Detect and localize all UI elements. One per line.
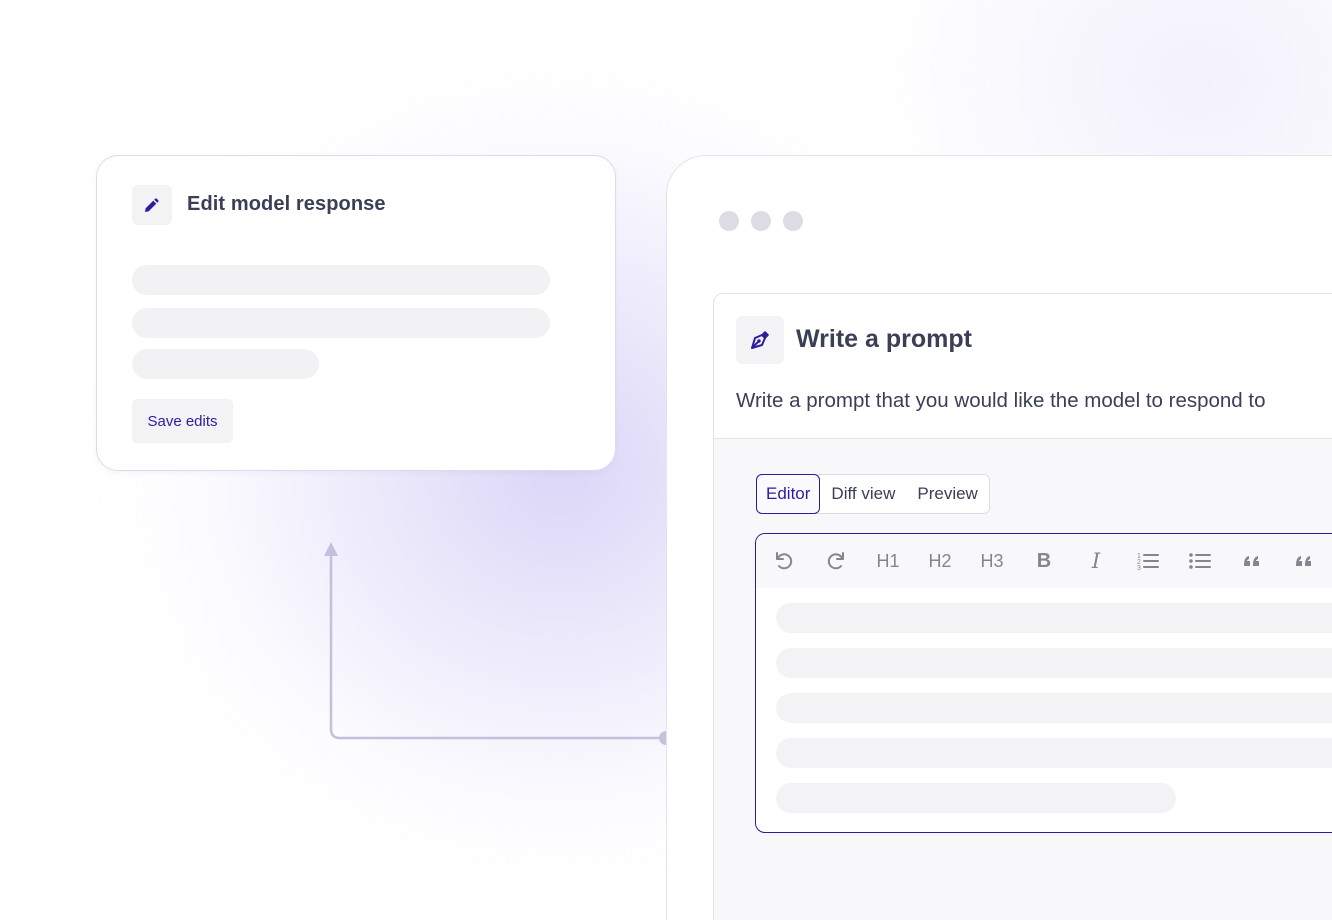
quote-icon[interactable] (1290, 547, 1318, 575)
skeleton-line (776, 648, 1332, 678)
bold-button[interactable]: B (1030, 547, 1058, 575)
skeleton-line (776, 783, 1176, 813)
pen-nib-icon-box (736, 316, 784, 364)
italic-button[interactable]: I (1082, 547, 1110, 575)
skeleton-line (132, 349, 319, 379)
window-dot (751, 211, 771, 231)
prompt-panel: Write a prompt Write a prompt that you w… (713, 293, 1332, 920)
ordered-list-icon[interactable]: 123 (1134, 547, 1162, 575)
pencil-icon-box (132, 185, 172, 225)
prompt-header: Write a prompt Write a prompt that you w… (714, 294, 1332, 439)
window-dot (783, 211, 803, 231)
tab-diff-view[interactable]: Diff view (820, 475, 906, 513)
heading-2-button[interactable]: H2 (926, 547, 954, 575)
quote-icon[interactable] (1238, 547, 1266, 575)
edit-model-response-card: Edit model response Save edits (96, 155, 616, 471)
heading-1-button[interactable]: H1 (874, 547, 902, 575)
skeleton-line (132, 308, 550, 338)
prompt-editor[interactable]: H1 H2 H3 B I 123 (755, 533, 1332, 833)
svg-text:3: 3 (1137, 565, 1141, 572)
skeleton-line (776, 693, 1332, 723)
prompt-title: Write a prompt (796, 325, 972, 353)
heading-3-button[interactable]: H3 (978, 547, 1006, 575)
prompt-description: Write a prompt that you would like the m… (736, 389, 1266, 412)
undo-icon[interactable] (770, 547, 798, 575)
tab-preview[interactable]: Preview (906, 475, 988, 513)
pen-nib-icon (751, 331, 769, 349)
save-edits-button[interactable]: Save edits (132, 399, 233, 443)
edit-card-title: Edit model response (187, 193, 386, 215)
skeleton-line (132, 265, 550, 295)
redo-icon[interactable] (822, 547, 850, 575)
skeleton-line (776, 603, 1332, 633)
skeleton-line (776, 738, 1332, 768)
tab-editor[interactable]: Editor (756, 474, 821, 514)
pencil-icon (145, 198, 159, 212)
editor-toolbar: H1 H2 H3 B I 123 (756, 534, 1332, 588)
window-dot (719, 211, 739, 231)
view-tabs: Editor Diff view Preview (756, 474, 990, 514)
bullet-list-icon[interactable] (1186, 547, 1214, 575)
